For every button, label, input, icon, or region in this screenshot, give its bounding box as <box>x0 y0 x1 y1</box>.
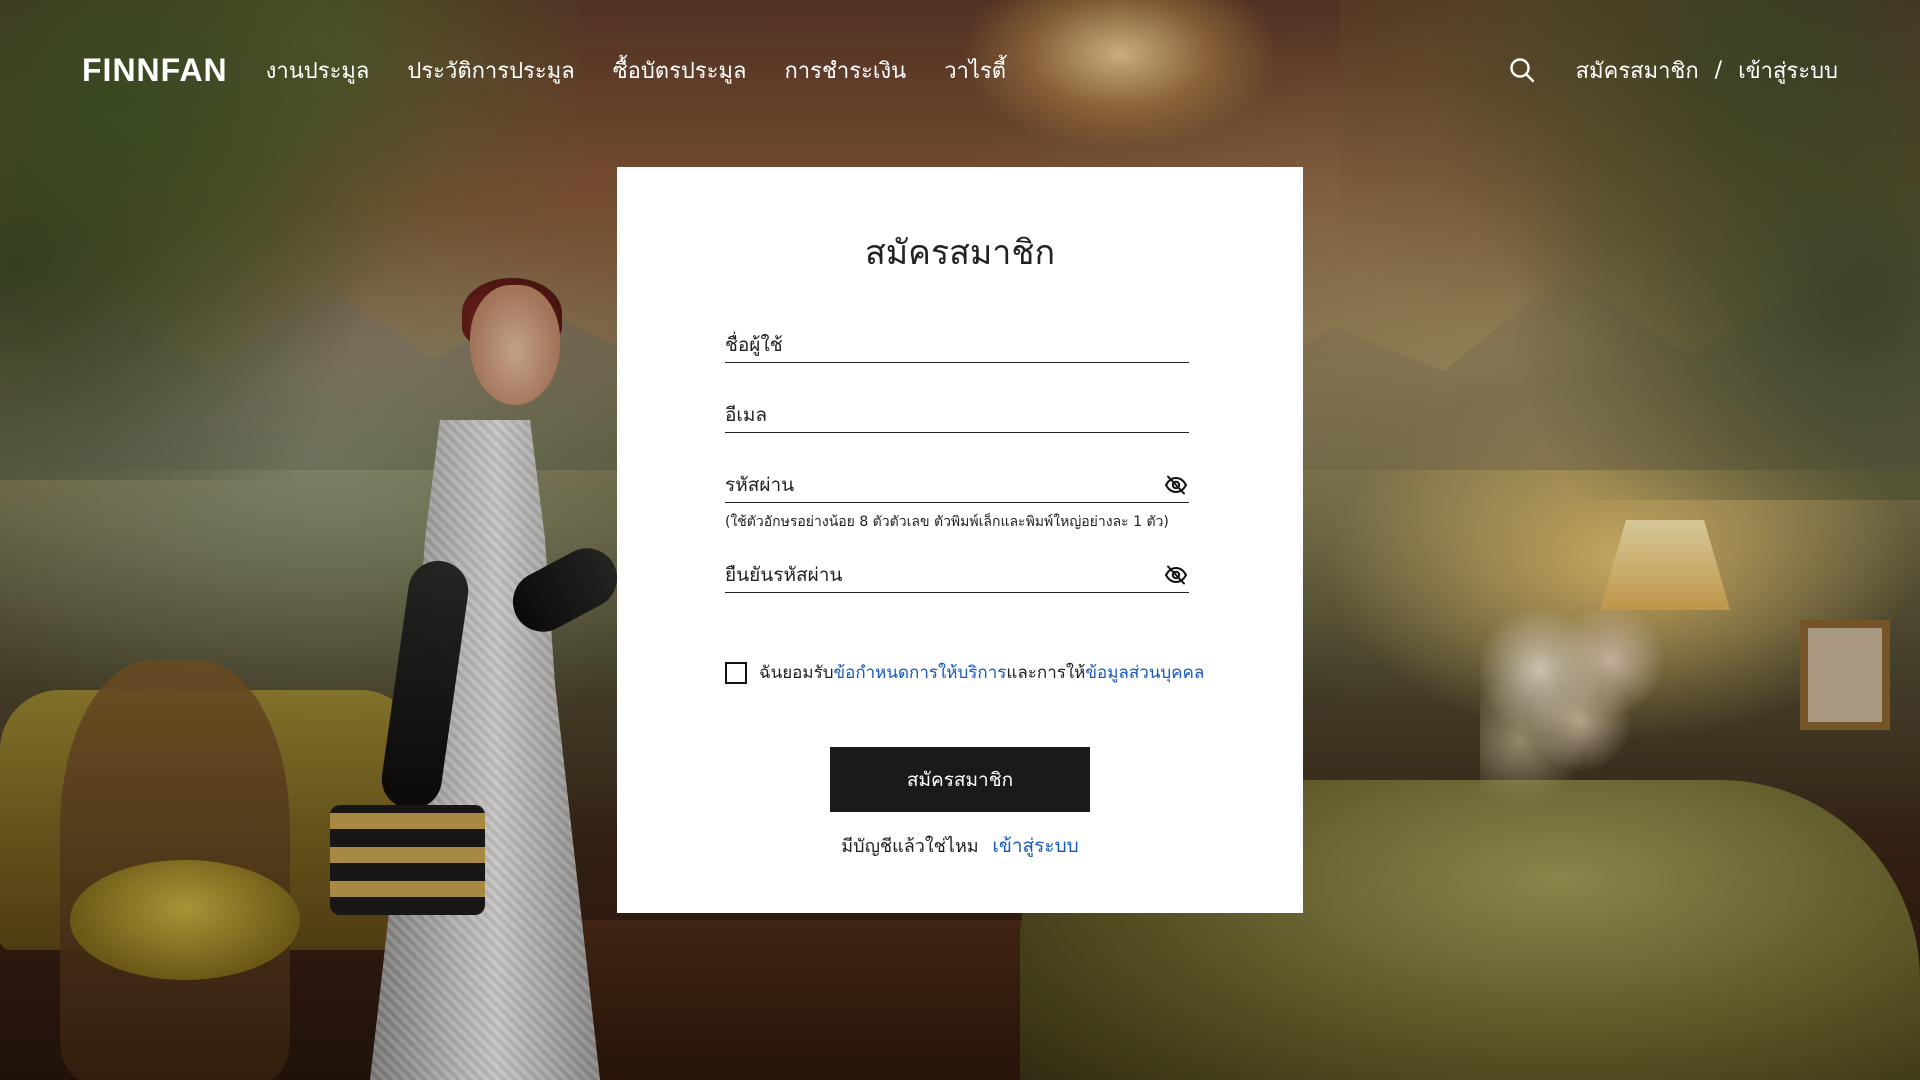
eye-off-icon[interactable] <box>1163 564 1189 586</box>
auth-separator: / <box>1714 57 1723 83</box>
confirm-password-input[interactable] <box>725 562 1159 592</box>
nav-item-variety[interactable]: วาไรตี้ <box>944 53 1006 88</box>
login-link[interactable]: เข้าสู่ระบบ <box>992 835 1078 857</box>
terms-consent: ฉันยอมรับ ข้อกำหนดการให้บริการ และการให้… <box>725 659 1204 686</box>
terms-of-service-link[interactable]: ข้อกำหนดการให้บริการ <box>834 659 1007 686</box>
header-login-link[interactable]: เข้าสู่ระบบ <box>1738 53 1838 88</box>
password-input[interactable] <box>725 472 1159 502</box>
password-field[interactable]: รหัสผ่าน <box>725 467 1189 503</box>
eye-off-icon[interactable] <box>1163 474 1189 496</box>
register-card: สมัครสมาชิก ชื่อผู้ใช้ อีเมล รหัสผ่าน (ใ… <box>617 167 1303 913</box>
privacy-link[interactable]: ข้อมูลส่วนบุคคล <box>1085 659 1204 686</box>
site-header: FINNFAN งานประมูล ประวัติการประมูล ซื้อบ… <box>0 0 1920 140</box>
consent-middle: และการให้ <box>1006 663 1086 683</box>
terms-checkbox[interactable] <box>725 661 747 684</box>
consent-prefix: ฉันยอมรับ <box>759 663 834 683</box>
username-field[interactable]: ชื่อผู้ใช้ <box>725 327 1189 363</box>
nav-item-auctions[interactable]: งานประมูล <box>266 53 370 88</box>
register-button[interactable]: สมัครสมาชิก <box>830 747 1090 812</box>
brand-logo[interactable]: FINNFAN <box>82 52 228 89</box>
nav-item-payment[interactable]: การชำระเงิน <box>784 53 906 88</box>
main-nav: งานประมูล ประวัติการประมูล ซื้อบัตรประมู… <box>266 53 1006 88</box>
search-icon[interactable] <box>1506 54 1538 86</box>
header-register-link[interactable]: สมัครสมาชิก <box>1576 53 1699 88</box>
header-actions: สมัครสมาชิก / เข้าสู่ระบบ <box>1506 53 1838 88</box>
confirm-password-field[interactable]: ยืนยันรหัสผ่าน <box>725 557 1189 593</box>
password-hint: (ใช้ตัวอักษรอย่างน้อย 8 ตัวตัวเลข ตัวพิม… <box>725 514 1169 530</box>
username-input[interactable] <box>725 332 1159 362</box>
page-title: สมัครสมาชิก <box>864 233 1056 273</box>
have-account-text: มีบัญชีแล้วใช่ไหม <box>841 836 979 857</box>
nav-item-buy-ticket[interactable]: ซื้อบัตรประมูล <box>613 53 747 88</box>
email-field[interactable]: อีเมล <box>725 397 1189 433</box>
email-input[interactable] <box>725 402 1159 432</box>
have-account-row: มีบัญชีแล้วใช่ไหม เข้าสู่ระบบ <box>617 831 1303 861</box>
nav-item-auction-history[interactable]: ประวัติการประมูล <box>407 53 574 88</box>
